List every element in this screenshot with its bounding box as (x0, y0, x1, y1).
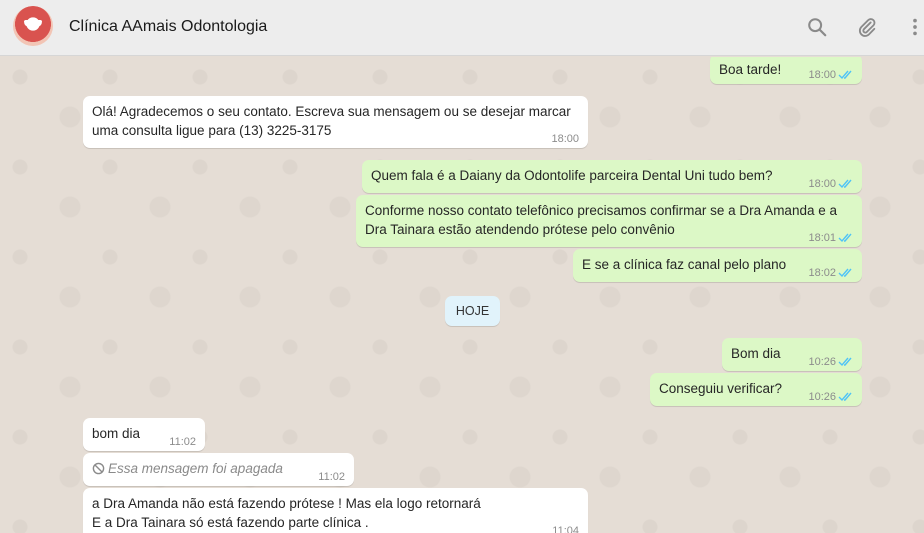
message-text: Essa mensagem foi apagada (92, 459, 345, 478)
message-time: 18:00 (808, 69, 836, 81)
message-time: 18:00 (551, 133, 579, 145)
outgoing-message[interactable]: Conseguiu verificar? 10:26 (650, 373, 862, 406)
read-ticks-icon (838, 357, 852, 367)
message-text: Dra Tainara estão atendendo prótese pelo… (365, 222, 675, 237)
contact-avatar[interactable] (13, 6, 53, 46)
message-time: 18:01 (808, 232, 836, 244)
menu-icon[interactable] (906, 16, 924, 38)
message-time: 11:02 (318, 471, 345, 483)
deleted-notice: Essa mensagem foi apagada (108, 461, 283, 476)
blocked-icon (92, 462, 105, 475)
message-time: 11:02 (169, 436, 196, 448)
message-text: Conforme nosso contato telefônico precis… (365, 203, 837, 218)
tooth-logo-icon (24, 20, 42, 27)
contact-name[interactable]: Clínica AAmais Odontologia (69, 18, 267, 36)
message-text: a Dra Amanda não está fazendo prótese ! … (92, 496, 481, 511)
incoming-message[interactable]: Olá! Agradecemos o seu contato. Escreva … (83, 96, 588, 148)
outgoing-message[interactable]: Quem fala é a Daiany da Odontolife parce… (362, 160, 862, 193)
deleted-message[interactable]: Essa mensagem foi apagada 11:02 (83, 453, 354, 486)
message-time: 11:04 (552, 525, 579, 533)
search-icon[interactable] (806, 16, 828, 38)
chat-header: Clínica AAmais Odontologia (0, 0, 924, 56)
day-divider: HOJE (445, 296, 500, 326)
outgoing-message[interactable]: Conforme nosso contato telefônico precis… (356, 195, 862, 247)
message-text: E a Dra Tainara só está fazendo parte cl… (92, 515, 369, 530)
message-time: 10:26 (808, 391, 836, 403)
read-ticks-icon (838, 70, 852, 80)
paperclip-icon[interactable] (856, 16, 878, 38)
message-text: Olá! Agradecemos o seu contato. Escreva … (92, 104, 571, 119)
outgoing-message[interactable]: Boa tarde! 18:00 (710, 57, 862, 84)
message-text: Quem fala é a Daiany da Odontolife parce… (371, 168, 773, 183)
message-time: 10:26 (808, 356, 836, 368)
message-time: 18:02 (808, 267, 836, 279)
read-ticks-icon (838, 233, 852, 243)
message-time: 18:00 (808, 178, 836, 190)
read-ticks-icon (838, 268, 852, 278)
conversation-panel[interactable]: Boa tarde! 18:00 Olá! Agradecemos o seu … (0, 57, 924, 533)
outgoing-message[interactable]: E se a clínica faz canal pelo plano 18:0… (573, 249, 862, 282)
incoming-message[interactable]: bom dia 11:02 (83, 418, 205, 451)
read-ticks-icon (838, 179, 852, 189)
read-ticks-icon (838, 392, 852, 402)
incoming-message[interactable]: a Dra Amanda não está fazendo prótese ! … (83, 488, 588, 533)
outgoing-message[interactable]: Bom dia 10:26 (722, 338, 862, 371)
message-text: uma consulta ligue para (13) 3225-3175 (92, 123, 332, 138)
